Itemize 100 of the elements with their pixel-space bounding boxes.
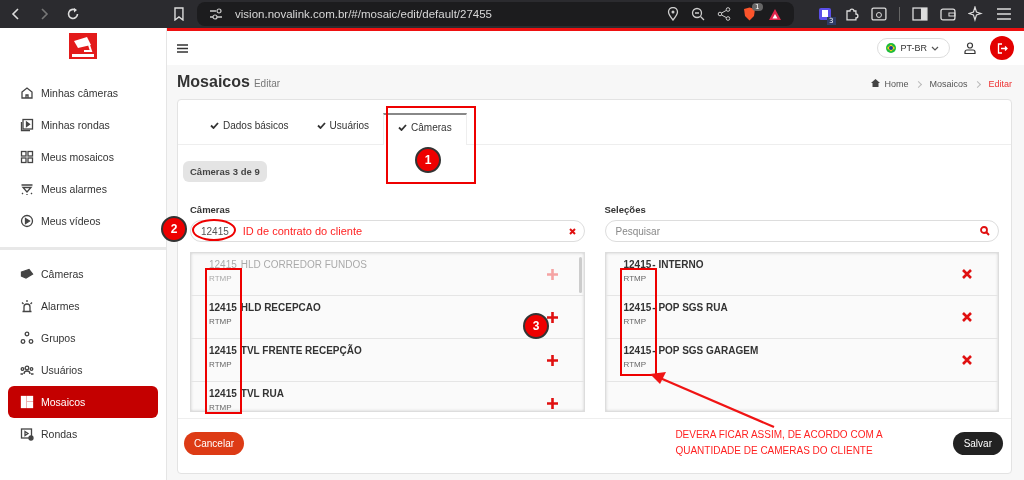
reload-icon[interactable]: [66, 7, 80, 21]
remove-icon[interactable]: [962, 312, 972, 322]
home-icon: [871, 79, 881, 87]
location-pin-icon[interactable]: [666, 7, 679, 21]
logout-icon: [996, 42, 1008, 54]
camera-id: 12415: [623, 259, 652, 270]
camera-id: 12415: [209, 345, 237, 356]
sidebar-item[interactable]: Mosaicos: [8, 386, 158, 418]
camera-name: - INTERNO: [652, 259, 704, 270]
home-icon: [20, 86, 34, 100]
selection-row[interactable]: 12415- INTERNO RTMP: [605, 253, 998, 296]
camera-name: TVL RUA: [240, 388, 284, 399]
chevron-down-icon: [931, 45, 939, 51]
site-settings-icon[interactable]: [209, 8, 224, 20]
protocol-label: RTMP: [209, 317, 232, 326]
camera-name: HLD CORREDOR FUNDOS: [240, 259, 367, 270]
zoom-out-icon[interactable]: [690, 7, 705, 21]
logout-button[interactable]: [990, 36, 1014, 60]
camera-id: 12415: [623, 302, 652, 313]
sidebar-item[interactable]: Usuários: [8, 354, 158, 386]
annotation-text: ID de contrato do cliente: [242, 225, 363, 237]
highlight-ellipse: [192, 219, 236, 241]
sparkle-icon[interactable]: [968, 6, 985, 22]
step-marker: 1: [415, 147, 441, 173]
camera-row[interactable]: 12415 TVL RUA RTMP: [191, 382, 584, 411]
check-icon: [316, 121, 326, 129]
sidebar-item[interactable]: Meus mosaicos: [8, 141, 158, 173]
tab[interactable]: Câmeras: [383, 113, 467, 145]
camera-id: 12415: [209, 259, 237, 270]
flag-icon: [886, 43, 897, 53]
shield-icon[interactable]: [742, 7, 756, 21]
forward-icon[interactable]: [38, 7, 50, 21]
check-icon: [398, 123, 408, 131]
camera-name: - POP SGS RUA: [652, 302, 728, 313]
sidebar-item[interactable]: Alarmes: [8, 290, 158, 322]
camera-id: 12415: [623, 345, 652, 356]
screenshot-icon[interactable]: [871, 7, 888, 21]
camera-name: - POP SGS GARAGEM: [652, 345, 759, 356]
step-marker: 2: [161, 216, 187, 242]
field-label: Câmeras: [190, 204, 232, 215]
breadcrumb-link[interactable]: Home: [884, 79, 909, 89]
protocol-label: RTMP: [209, 360, 232, 369]
camera-id: 12415: [209, 388, 237, 399]
search-input[interactable]: Pesquisar: [613, 224, 966, 238]
wallet-icon[interactable]: [940, 7, 957, 21]
page-subtitle: Editar: [253, 78, 281, 89]
save-button[interactable]: Salvar: [952, 431, 1003, 455]
annotation-text: DEVERA FICAR ASSIM, DE ACORDO COM A QUANTIDADE DE CAMERAS DO CLIENTE: [675, 428, 883, 458]
sidebar-item[interactable]: Minhas câmeras: [8, 77, 158, 109]
play-square-icon: [20, 118, 34, 132]
remove-icon[interactable]: [962, 355, 972, 365]
sidebar-toggle-icon[interactable]: [912, 7, 929, 21]
rounds-icon: [20, 427, 34, 441]
share-icon[interactable]: [716, 7, 731, 21]
camera-id: 12415: [209, 302, 237, 313]
sidebar-item[interactable]: Meus alarmes: [8, 173, 158, 205]
add-icon[interactable]: [546, 311, 558, 323]
group-icon: [20, 331, 34, 345]
logo-icon: [69, 33, 97, 59]
protocol-label: RTMP: [623, 317, 647, 326]
selection-row[interactable]: 12415- POP SGS RUA RTMP: [605, 296, 998, 339]
back-icon[interactable]: [10, 7, 22, 21]
search-icon[interactable]: [980, 226, 990, 236]
puzzle-icon[interactable]: [843, 6, 860, 22]
page-title: Mosaicos: [177, 73, 250, 91]
sidebar-item[interactable]: Minhas rondas: [8, 109, 158, 141]
camera-count-badge: Câmeras 3 de 9: [183, 161, 267, 182]
breadcrumb-link[interactable]: Editar: [988, 79, 1012, 89]
grid-icon: [20, 150, 34, 164]
triangle-icon[interactable]: [767, 7, 782, 21]
protocol-label: RTMP: [209, 274, 232, 283]
url-text: vision.novalink.com.br/#/mosaic/edit/default/27455: [235, 8, 492, 20]
protocol-label: RTMP: [209, 403, 232, 411]
sidebar-item[interactable]: Grupos: [8, 322, 158, 354]
camera-name: TVL FRENTE RECEPÇÃO: [240, 345, 362, 356]
breadcrumb-link[interactable]: Mosaicos: [929, 79, 968, 89]
play-circle-icon: [20, 214, 34, 228]
clear-icon[interactable]: [568, 227, 576, 235]
camera-icon: [20, 267, 34, 281]
bookmark-icon[interactable]: [173, 7, 186, 21]
protocol-label: RTMP: [623, 360, 647, 369]
protocol-label: RTMP: [623, 274, 647, 283]
language-select[interactable]: PT-BR: [877, 38, 950, 58]
menu-icon[interactable]: [177, 43, 188, 53]
siren-icon: [20, 182, 34, 196]
remove-icon[interactable]: [962, 269, 972, 279]
sidebar-item[interactable]: Câmeras: [8, 258, 158, 290]
field-label: Seleções: [604, 204, 647, 215]
tab[interactable]: Usuários: [302, 112, 384, 144]
camera-row[interactable]: 12415 TVL FRENTE RECEPÇÃO RTMP: [191, 339, 584, 382]
tab[interactable]: Dados básicos: [196, 112, 303, 144]
mosaic-icon: [20, 395, 34, 409]
sidebar-item[interactable]: Rondas: [8, 418, 158, 450]
sidebar-item[interactable]: Meus vídeos: [8, 205, 158, 237]
check-icon: [210, 121, 219, 129]
cancel-button[interactable]: Cancelar: [184, 431, 245, 455]
alarm-icon: [20, 299, 34, 313]
extension-icon[interactable]: [817, 7, 832, 21]
user-icon[interactable]: [964, 42, 976, 54]
users-icon: [20, 363, 34, 377]
